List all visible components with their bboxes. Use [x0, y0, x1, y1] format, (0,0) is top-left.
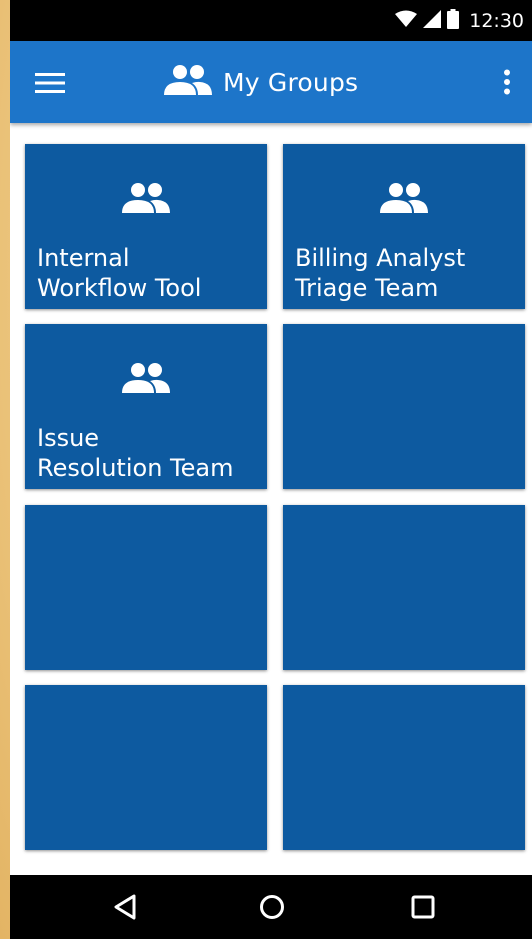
- back-triangle-icon[interactable]: [95, 875, 155, 939]
- empty-group-tile[interactable]: [25, 685, 267, 850]
- system-nav-bar: [10, 875, 532, 939]
- battery-icon: [447, 8, 460, 33]
- group-icon: [163, 64, 213, 100]
- wifi-icon: [395, 10, 418, 32]
- group-tile-issue-resolution-team[interactable]: Issue Resolution Team: [25, 324, 267, 489]
- more-vert-icon[interactable]: [490, 61, 524, 103]
- signal-icon: [423, 9, 442, 32]
- status-bar: 12:30: [10, 0, 532, 41]
- hamburger-menu-icon[interactable]: [28, 63, 72, 103]
- group-icon: [25, 362, 267, 394]
- groups-grid: Internal Workflow Tool Billing Analyst T…: [10, 123, 532, 875]
- empty-group-tile[interactable]: [283, 324, 525, 489]
- group-icon: [25, 182, 267, 214]
- app-title: My Groups: [163, 41, 358, 123]
- group-icon: [283, 182, 525, 214]
- phone-screen: 12:30 My Groups Internal Workflow Tool B…: [10, 0, 532, 939]
- home-circle-icon[interactable]: [242, 875, 302, 939]
- empty-group-tile[interactable]: [283, 505, 525, 670]
- group-tile-label: Internal Workflow Tool: [37, 244, 202, 302]
- recents-square-icon[interactable]: [393, 875, 453, 939]
- group-tile-internal-workflow-tool[interactable]: Internal Workflow Tool: [25, 144, 267, 309]
- empty-group-tile[interactable]: [283, 685, 525, 850]
- empty-group-tile[interactable]: [25, 505, 267, 670]
- app-bar: My Groups: [10, 41, 532, 123]
- group-tile-billing-analyst-triage-team[interactable]: Billing Analyst Triage Team: [283, 144, 525, 309]
- group-tile-label: Billing Analyst Triage Team: [295, 244, 466, 302]
- status-time: 12:30: [469, 9, 524, 32]
- status-icons: 12:30: [395, 0, 524, 41]
- page-title: My Groups: [223, 67, 359, 97]
- group-tile-label: Issue Resolution Team: [37, 424, 234, 482]
